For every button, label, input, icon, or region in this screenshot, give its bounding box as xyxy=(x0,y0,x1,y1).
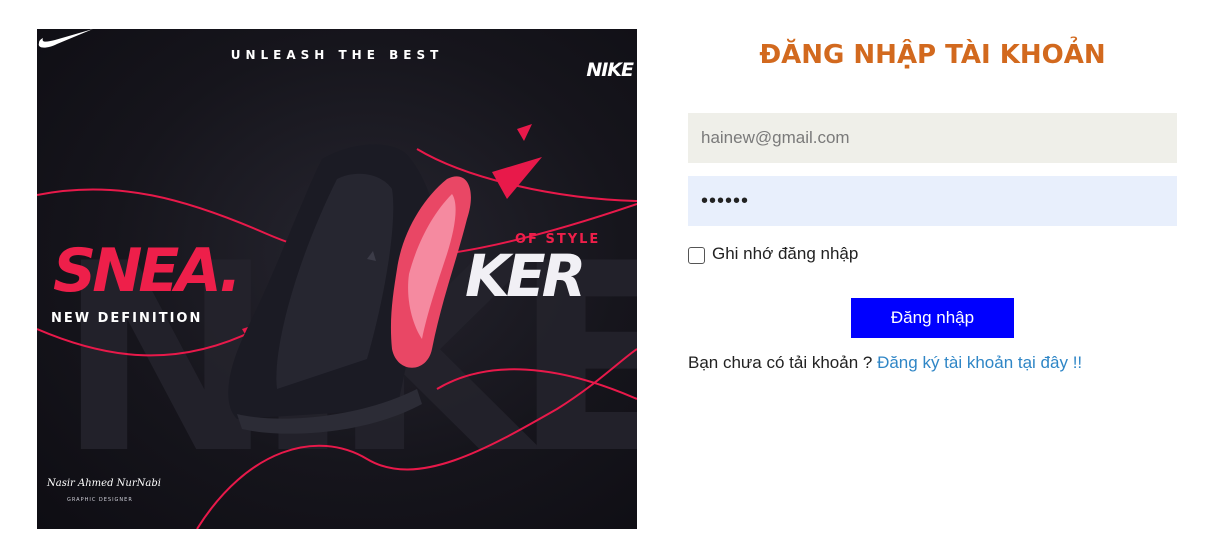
designer-role: GRAPHIC DESIGNER xyxy=(67,497,133,503)
remember-label: Ghi nhớ đăng nhập xyxy=(712,244,859,263)
password-field[interactable] xyxy=(688,176,1177,226)
register-prompt: Bạn chưa có tải khoản ? xyxy=(688,353,873,372)
email-field[interactable] xyxy=(688,113,1177,163)
login-title: ĐĂNG NHẬP TÀI KHOẢN xyxy=(759,40,1106,70)
promo-banner: NIKE UNLEASH THE BEST NIKE OF S xyxy=(37,29,637,529)
headline-left: SNEA. xyxy=(53,236,242,306)
nike-logo: NIKE xyxy=(586,59,634,81)
designer-signature: Nasir Ahmed NurNabi xyxy=(47,478,161,489)
remember-me[interactable]: Ghi nhớ đăng nhập xyxy=(688,244,858,264)
nike-swoosh-icon xyxy=(38,29,93,48)
login-button[interactable]: Đăng nhập xyxy=(851,298,1014,338)
banner-subtitle: NEW DEFINITION xyxy=(51,311,203,326)
register-link[interactable]: Đăng ký tài khoản tại đây !! xyxy=(877,353,1082,372)
remember-checkbox[interactable] xyxy=(688,246,705,264)
banner-tagline: UNLEASH THE BEST xyxy=(230,48,444,62)
register-prompt-line: Bạn chưa có tải khoản ? Đăng ký tài khoả… xyxy=(688,353,1082,373)
headline-right: KER xyxy=(465,242,586,310)
